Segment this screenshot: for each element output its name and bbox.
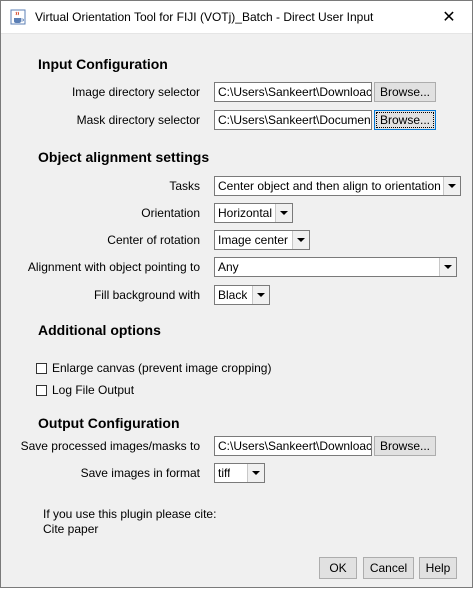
image-dir-label: Image directory selector: [71, 85, 200, 99]
mask-dir-field[interactable]: C:\Users\Sankeert\Documen: [214, 110, 372, 130]
ok-button[interactable]: OK: [319, 557, 357, 579]
log-file-label: Log File Output: [52, 383, 135, 397]
enlarge-canvas-label: Enlarge canvas (prevent image cropping): [52, 361, 272, 375]
window-title: Virtual Orientation Tool for FIJI (VOTj)…: [35, 10, 374, 24]
alignment-heading: Object alignment settings: [38, 149, 210, 165]
chevron-down-icon: [292, 231, 309, 249]
citation-text: If you use this plugin please cite:: [43, 507, 217, 521]
chevron-down-icon: [275, 204, 292, 222]
fill-selected: Black: [218, 288, 248, 302]
citation-link: Cite paper: [43, 522, 99, 536]
chevron-down-icon: [252, 286, 269, 304]
mask-dir-browse-button[interactable]: Browse...: [374, 110, 436, 130]
image-dir-field[interactable]: C:\Users\Sankeert\Downloac: [214, 82, 372, 102]
close-button[interactable]: ✕: [426, 1, 472, 33]
cancel-button[interactable]: Cancel: [363, 557, 414, 579]
close-icon: ✕: [442, 9, 456, 26]
tasks-dropdown[interactable]: Center object and then align to orientat…: [214, 176, 461, 196]
orientation-label: Orientation: [141, 206, 200, 220]
enlarge-canvas-option[interactable]: Enlarge canvas (prevent image cropping): [36, 361, 271, 375]
orientation-dropdown[interactable]: Horizontal: [214, 203, 293, 223]
format-label: Save images in format: [80, 466, 200, 480]
output-config-heading: Output Configuration: [38, 415, 180, 431]
dialog-window: Virtual Orientation Tool for FIJI (VOTj)…: [0, 0, 473, 588]
input-config-heading: Input Configuration: [38, 56, 168, 72]
orientation-selected: Horizontal: [218, 206, 273, 220]
fill-dropdown[interactable]: Black: [214, 285, 270, 305]
chevron-down-icon: [443, 177, 460, 195]
image-dir-browse-button[interactable]: Browse...: [374, 82, 436, 102]
center-dropdown[interactable]: Image center: [214, 230, 310, 250]
java-coffee-icon: [10, 9, 26, 25]
tasks-selected: Center object and then align to orientat…: [218, 179, 441, 193]
title-bar: Virtual Orientation Tool for FIJI (VOTj)…: [1, 1, 472, 34]
tasks-label: Tasks: [169, 179, 200, 193]
save-dir-label: Save processed images/masks to: [20, 439, 200, 453]
center-label: Center of rotation: [107, 233, 200, 247]
chevron-down-icon: [247, 464, 264, 482]
save-dir-browse-button[interactable]: Browse...: [374, 436, 436, 456]
pointing-dropdown[interactable]: Any: [214, 257, 457, 277]
log-file-checkbox[interactable]: [36, 384, 47, 396]
mask-dir-label: Mask directory selector: [76, 113, 200, 127]
center-selected: Image center: [218, 233, 289, 247]
pointing-selected: Any: [218, 260, 239, 274]
additional-heading: Additional options: [38, 322, 161, 338]
format-selected: tiff: [218, 466, 231, 480]
fill-label: Fill background with: [93, 288, 200, 302]
pointing-label: Alignment with object pointing to: [27, 260, 200, 274]
chevron-down-icon: [439, 258, 456, 276]
enlarge-canvas-checkbox[interactable]: [36, 362, 47, 374]
format-dropdown[interactable]: tiff: [214, 463, 265, 483]
save-dir-field[interactable]: C:\Users\Sankeert\Downloac: [214, 436, 372, 456]
log-file-option[interactable]: Log File Output: [36, 383, 134, 397]
help-button[interactable]: Help: [419, 557, 457, 579]
